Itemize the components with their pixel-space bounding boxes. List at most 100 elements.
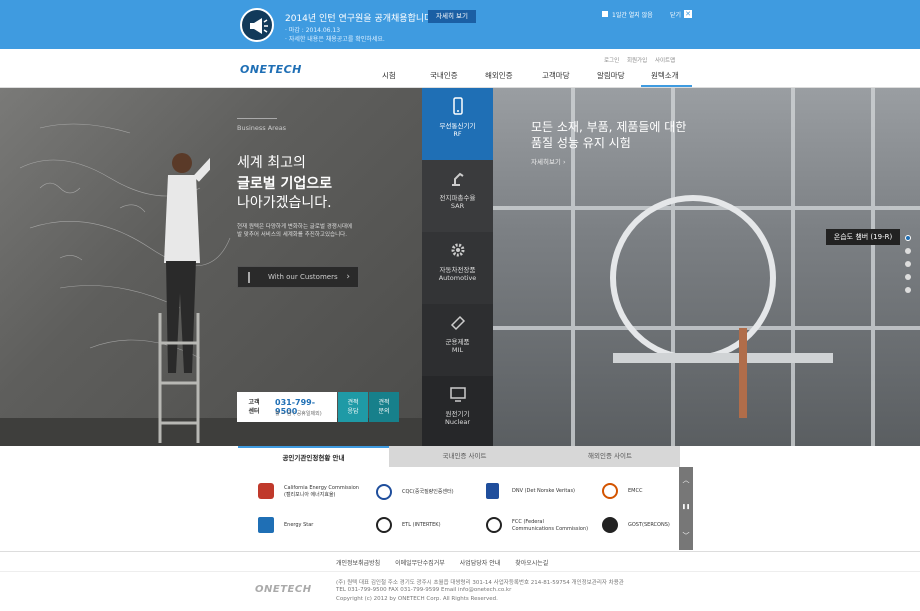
emcc-logo-icon [602,483,618,499]
area-label-en: RF [453,130,462,138]
notice-bar [0,0,920,49]
energy-star-logo-icon [258,517,274,533]
area-label-en: Nuclear [444,418,471,426]
etl-logo-icon [376,517,392,533]
sitemap-link[interactable]: 사이트맵 [655,58,675,64]
cert-name: California Energy Commission (캘리포니아 에너지효… [284,485,359,498]
area-nuclear[interactable]: 원전기기 Nuclear [422,376,493,446]
cert-name: DNV (Det Norske Veritas) [512,488,576,494]
area-automotive[interactable]: 자동차전장품 Automotive [422,232,493,304]
tab-domestic-sites[interactable]: 국내인증 사이트 [389,446,540,467]
call-center-hours: 월 ~ 금 ( 공휴일제외) [275,411,322,417]
divider [0,571,920,572]
quote-button[interactable]: 견적 문의 [369,392,399,422]
area-label: 전지파총수율 [439,194,476,202]
footer-link-email-policy[interactable]: 이메일무단수집거부 [395,560,445,567]
cert-name: EMCC [628,488,643,494]
hero-description: 발 맞추어 서비스의 세계화를 추진하고있습니다. [237,232,347,238]
slide-title: 모든 소재, 부품, 제품들에 대한 [531,120,687,134]
nav-notice[interactable]: 알림마당 [597,70,625,81]
cert-scroll-controls: ︿ ❚❚ ﹀ [679,467,693,550]
notice-detail-button[interactable]: 자세히 보기 [428,10,476,23]
footer-company-info: (주) 원텍 대표 김인철 주소 경기도 광주시 초월읍 대쌍령리 301-14… [336,580,624,586]
man-writing-illustration [150,143,223,445]
consult-button[interactable]: 견적 응답 [338,392,368,422]
area-label-en: SAR [450,202,465,210]
footer-contact-info: TEL 031-799-9500 FAX 031-799-9599 Email … [336,587,512,593]
customers-button-label: With our Customers [268,273,338,281]
chevron-up-icon[interactable]: ︿ [679,475,693,485]
cert-name: CQC(중국질량인증센터) [402,489,454,495]
dont-open-label[interactable]: 1일간 열지 않음 [612,10,653,19]
hero-headline: 글로벌 기업으로 [237,176,333,192]
slide-dot[interactable] [905,287,911,293]
monitor-icon [449,387,466,402]
area-label: 무선통신기기 [439,122,476,130]
slide-dot[interactable] [905,261,911,267]
area-mil[interactable]: 군용제품 MIL [422,304,493,376]
nav-about[interactable]: 원텍소개 [651,70,679,81]
dont-open-checkbox[interactable] [602,11,608,17]
cert-name: ETL (INTERTEK) [402,522,441,528]
bar-icon [248,272,250,283]
hero-description: 현재 원텍은 다양하게 변화하는 글로벌 경쟁시대에 [237,224,353,230]
cec-logo-icon [258,483,274,499]
cert-name: FCC (Federal Communications Commission) [512,519,589,532]
customers-button[interactable]: With our Customers › [237,266,359,288]
tab-accreditation[interactable]: 공인기관인정현황 안내 [238,446,389,467]
divider [0,551,920,552]
slide-tag: 온습도 챔버 (19-R) [826,229,900,245]
area-label: 자동차전장품 [439,266,476,274]
business-area-menu: 무선통신기기 RF 전지파총수율 SAR 자동차전장품 Automotive 군… [422,88,493,446]
notice-title: 2014년 인턴 연구원을 공개채용합니다. [285,14,436,24]
hero-headline: 세계 최고의 [237,155,306,171]
area-label-en: Automotive [438,274,477,282]
megaphone-icon [240,8,274,42]
footer-link-location[interactable]: 찾아오시는길 [515,560,548,567]
pause-icon[interactable]: ❚❚ [679,504,693,510]
utility-links: 로그인 회원가입 사이트맵 [604,56,681,64]
slide-dot[interactable] [905,274,911,280]
tab-overseas-sites[interactable]: 해외인증 사이트 [540,446,680,467]
footer-logo: ONETECH [255,584,312,595]
slide-dot[interactable] [905,235,911,241]
notice-close-label[interactable]: 닫기 [670,10,681,19]
cert-name: Energy Star [284,522,314,528]
nav-customer[interactable]: 고객마당 [542,70,570,81]
site-logo[interactable]: ONETECH [240,63,302,76]
mobile-icon [452,97,463,115]
area-label: 원전기기 [445,410,470,418]
slide-title: 품질 성능 유지 시험 [531,136,631,150]
notice-info: · 자세한 내용은 채용공고를 확인하세요. [285,36,385,43]
fcc-logo-icon [486,517,502,533]
call-center-box: 고객 센터 031-799-9500 월 ~ 금 ( 공휴일제외) [237,392,337,422]
call-center-label: 고객 센터 [248,399,260,415]
divider [237,118,277,119]
military-icon [450,315,465,331]
area-label-en: MIL [451,346,464,354]
dnv-logo-icon [486,483,499,499]
area-rf[interactable]: 무선통신기기 RF [422,88,493,160]
footer-link-privacy[interactable]: 개인정보취급방침 [336,560,380,567]
hero-headline: 나아가겠습니다. [237,195,332,211]
area-sar[interactable]: 전지파총수율 SAR [422,160,493,232]
robot-arm-icon [451,172,464,186]
signup-link[interactable]: 회원가입 [627,58,647,64]
hero-section: Business Areas 세계 최고의 글로벌 기업으로 나아가겠습니다. … [0,88,920,446]
gear-icon [451,243,464,257]
footer-link-contact[interactable]: 사업담당자 안내 [460,560,501,567]
cert-tabs: 공인기관인정현황 안내 국내인증 사이트 해외인증 사이트 [238,446,680,467]
nav-test[interactable]: 시험 [382,70,396,81]
chevron-down-icon[interactable]: ﹀ [679,531,693,541]
nav-domestic[interactable]: 국내인증 [430,70,458,81]
area-label: 군용제품 [445,338,470,346]
slide-more-link[interactable]: 자세히보기 › [531,156,566,166]
close-icon[interactable]: ✕ [684,10,692,18]
footer-copyright: Copyright (c) 2012 by ONETECH Corp. All … [336,596,498,602]
slide-dot[interactable] [905,248,911,254]
arrow-right-icon: › [346,272,350,282]
cqc-logo-icon [376,484,392,500]
login-link[interactable]: 로그인 [604,58,619,64]
gost-logo-icon [602,517,618,533]
nav-overseas[interactable]: 해외인증 [485,70,513,81]
